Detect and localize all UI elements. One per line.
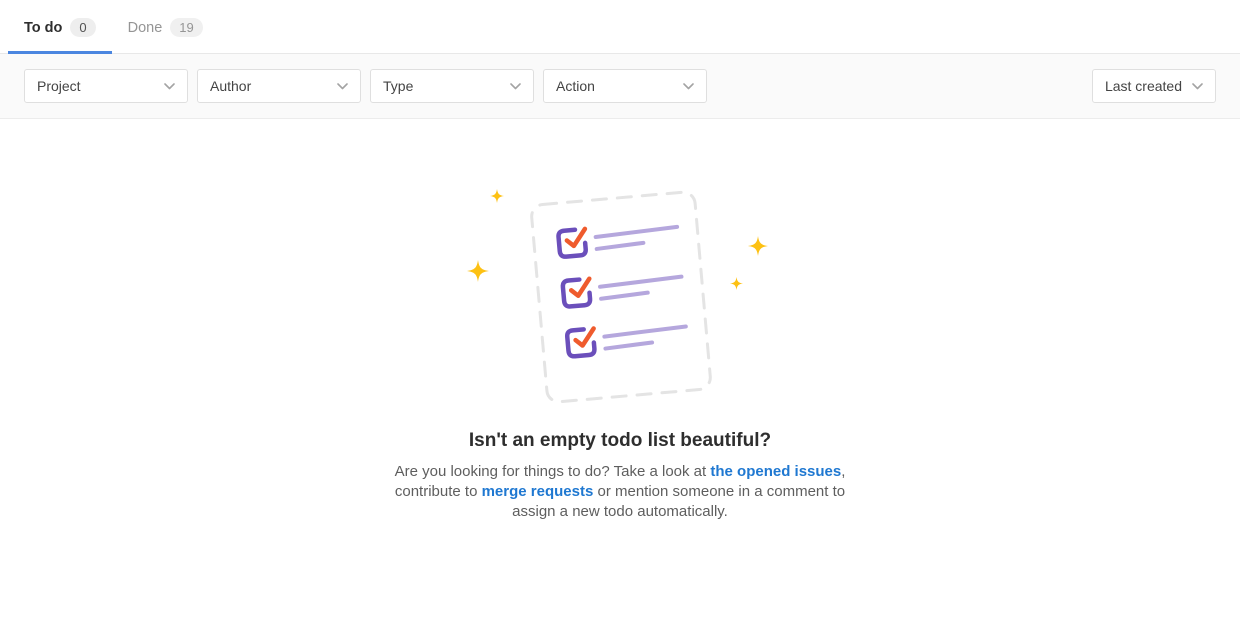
filter-bar: Project Author Type Action Last created [0,54,1240,119]
chevron-down-icon [164,83,175,90]
chevron-down-icon [1192,83,1203,90]
type-filter-dropdown[interactable]: Type [370,69,534,103]
type-filter-label: Type [383,78,413,94]
sort-label: Last created [1105,78,1182,94]
empty-state-text: Are you looking for things to do? Take a… [388,462,853,522]
sort-dropdown[interactable]: Last created [1092,69,1216,103]
todos-tab-bar: To do 0 Done 19 [0,0,1240,54]
chevron-down-icon [337,83,348,90]
merge-requests-link[interactable]: merge requests [482,483,594,500]
action-filter-label: Action [556,78,595,94]
action-filter-dropdown[interactable]: Action [543,69,707,103]
project-filter-label: Project [37,78,81,94]
checked-checkbox-icon [531,191,712,403]
tab-todo-label: To do [24,20,62,36]
chevron-down-icon [510,83,521,90]
tab-done-label: Done [128,20,163,36]
empty-state: Isn't an empty todo list beautiful? Are … [0,119,1240,522]
empty-todo-illustration [460,179,780,414]
project-filter-dropdown[interactable]: Project [24,69,188,103]
tab-done-count-badge: 19 [170,18,202,37]
tab-todo-count-badge: 0 [70,18,95,37]
opened-issues-link[interactable]: the opened issues [710,463,841,480]
author-filter-label: Author [210,78,251,94]
empty-state-title: Isn't an empty todo list beautiful? [0,430,1240,452]
author-filter-dropdown[interactable]: Author [197,69,361,103]
filter-group: Project Author Type Action [24,69,707,103]
tab-todo[interactable]: To do 0 [8,0,112,54]
tab-done[interactable]: Done 19 [112,0,219,54]
chevron-down-icon [683,83,694,90]
empty-state-text-part1: Are you looking for things to do? Take a… [395,463,711,480]
